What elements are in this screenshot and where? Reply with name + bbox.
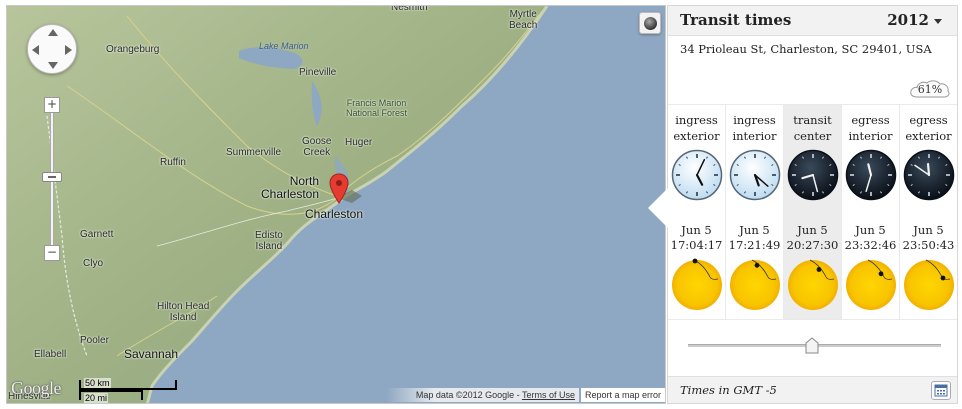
panel-header: Transit times 2012	[668, 6, 957, 36]
transit-column-4[interactable]: egress exterior Jun 5 23:50:43	[900, 105, 957, 319]
panel-pointer	[648, 188, 668, 228]
sun-venus-icon	[904, 259, 954, 310]
clock-icon	[787, 149, 839, 201]
transit-date: Jun 5	[681, 223, 712, 237]
transit-column-1[interactable]: ingress interior Jun 5 17:21:49	[726, 105, 784, 319]
clock-icon	[845, 149, 897, 201]
map-view[interactable]: Nesmith Myrtle Beach Orangeburg Lake Mar…	[6, 5, 666, 404]
caret-down-icon	[934, 18, 942, 24]
zoom-slider-track[interactable]	[50, 112, 54, 254]
transit-time: 20:27:30	[786, 238, 839, 252]
sun-venus-icon	[672, 258, 722, 310]
map-attribution: Map data ©2012 Google - Terms of Use	[385, 387, 579, 402]
transit-column-3[interactable]: egress interior Jun 5 23:32:46	[842, 105, 900, 319]
pan-left-icon[interactable]	[32, 45, 39, 55]
clock-icon	[671, 149, 723, 201]
transit-time: 23:32:46	[844, 238, 897, 252]
pan-right-icon[interactable]	[65, 45, 72, 55]
transit-date: Jun 5	[913, 223, 944, 237]
scale-mi-label: 20 mi	[84, 393, 109, 403]
map-footer: Map data ©2012 Google - Terms of Use Rep…	[385, 386, 665, 403]
place-north-charleston: North Charleston	[261, 174, 320, 201]
sun-venus-icon	[788, 259, 838, 310]
transit-column-2[interactable]: transit center Jun 5 20:27:30	[784, 105, 842, 319]
transit-column-0[interactable]: ingress exterior Jun 5 17:04:17	[668, 105, 726, 319]
place-savannah: Savannah	[124, 347, 179, 361]
transit-date: Jun 5	[797, 223, 828, 237]
google-logo[interactable]: Google	[11, 378, 62, 399]
panel-footer: Times in GMT -5	[668, 376, 957, 403]
transit-column-label: ingress exterior	[673, 113, 720, 143]
pan-up-icon[interactable]	[48, 29, 58, 36]
transit-column-datetime: Jun 5 17:04:17	[668, 223, 725, 253]
place-summerville: Summerville	[226, 147, 282, 158]
place-clyo: Clyo	[83, 258, 104, 269]
sun-venus-icon	[730, 259, 780, 310]
transit-column-label: egress exterior	[905, 113, 952, 143]
place-edisto-island: Edisto Island	[255, 230, 283, 252]
place-hilton-head: Hilton Head Island	[157, 301, 210, 323]
calendar-icon	[934, 384, 948, 397]
place-huger: Huger	[345, 137, 373, 148]
calendar-button[interactable]	[931, 381, 951, 400]
zoom-slider-thumb[interactable]	[42, 172, 62, 182]
transit-time: 23:50:43	[902, 238, 955, 252]
year-select[interactable]: 2012	[887, 11, 942, 29]
pan-control[interactable]	[27, 24, 77, 74]
place-pooler: Pooler	[80, 335, 109, 346]
globe-icon	[644, 17, 657, 30]
sun-venus-icon	[846, 259, 896, 310]
transit-time: 17:04:17	[670, 238, 723, 252]
report-map-error-link[interactable]: Report a map error	[580, 387, 665, 402]
clock-icon	[903, 149, 955, 201]
transit-column-label: ingress interior	[732, 113, 777, 143]
place-orangeburg: Orangeburg	[106, 44, 160, 55]
clock-icon	[729, 149, 781, 201]
place-goose-creek: Goose Creek	[302, 136, 332, 158]
transit-time: 17:21:49	[728, 238, 781, 252]
transit-column-label: transit center	[793, 113, 832, 143]
cloud-cover-badge: 61%	[909, 78, 951, 99]
transit-column-datetime: Jun 5 20:27:30	[784, 223, 841, 253]
place-lake-marion: Lake Marion	[259, 41, 309, 51]
transit-columns: ingress exterior Jun 5 17:04:17 ingress int…	[668, 104, 957, 320]
transit-column-datetime: Jun 5 23:50:43	[900, 223, 957, 253]
place-garnett: Garnett	[80, 229, 114, 240]
transit-date: Jun 5	[855, 223, 886, 237]
transit-column-datetime: Jun 5 17:21:49	[726, 223, 783, 253]
place-francis-marion: Francis Marion National Forest	[346, 98, 408, 118]
timezone-label: Times in GMT -5	[680, 383, 777, 397]
transit-panel: Transit times 2012 34 Prioleau St, Charl…	[648, 5, 958, 404]
time-slider-thumb[interactable]	[805, 337, 819, 354]
scale-km-label: 50 km	[84, 378, 111, 388]
map-scale: 50 km 20 mi	[79, 376, 179, 403]
location-pin-icon[interactable]	[329, 173, 349, 205]
terms-of-use-link[interactable]: Terms of Use	[522, 390, 575, 400]
place-pineville: Pineville	[299, 67, 337, 78]
address-text: 34 Prioleau St, Charleston, SC 29401, US…	[680, 42, 932, 56]
transit-column-datetime: Jun 5 23:32:46	[842, 223, 899, 253]
panel-title: Transit times	[680, 11, 792, 29]
zoom-out-button[interactable]: −	[44, 245, 60, 261]
zoom-in-button[interactable]: +	[44, 97, 60, 113]
map-type-button[interactable]	[639, 12, 661, 34]
pan-down-icon[interactable]	[48, 62, 58, 69]
place-ruffin: Ruffin	[160, 157, 186, 168]
transit-column-label: egress interior	[848, 113, 893, 143]
place-nesmith: Nesmith	[391, 5, 428, 13]
place-charleston: Charleston	[305, 207, 364, 221]
place-myrtle-beach: Myrtle Beach	[509, 9, 538, 31]
place-ellabell: Ellabell	[34, 349, 67, 360]
transit-date: Jun 5	[739, 223, 770, 237]
